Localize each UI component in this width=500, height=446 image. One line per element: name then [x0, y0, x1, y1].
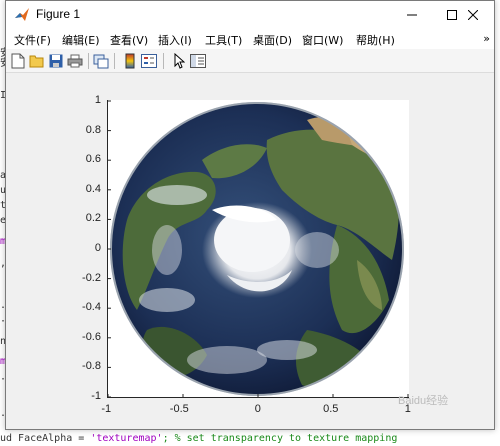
insert-colorbar-icon [125, 53, 135, 69]
insert-legend-icon [141, 54, 157, 68]
show-plot-tools-button[interactable] [189, 52, 207, 70]
show-plot-tools-icon [190, 54, 206, 68]
menu-bar: 文件(F) 编辑(E) 查看(V) 插入(I) 工具(T) 桌面(D) 窗口(W… [6, 29, 494, 49]
print-button[interactable] [66, 52, 84, 70]
menu-tools[interactable]: 工具(T) [205, 32, 242, 48]
open-file-button[interactable] [28, 52, 46, 70]
toolbar-separator [114, 53, 115, 69]
link-plot-button[interactable] [92, 52, 110, 70]
y-tick-label: 0.8 [85, 123, 101, 136]
code-string: 'texturemap' [90, 433, 163, 444]
x-tick-label: -1 [101, 403, 112, 415]
insert-legend-button[interactable] [140, 52, 158, 70]
y-tick-label: -0.4 [82, 301, 101, 314]
print-icon [67, 54, 83, 68]
globe-image [107, 100, 409, 398]
new-figure-button[interactable] [9, 52, 27, 70]
code-text: ud FaceAlpha = [0, 433, 91, 444]
menu-view[interactable]: 查看(V) [110, 32, 148, 48]
y-tick-label: -0.6 [82, 330, 101, 343]
x-tick-label: -0.5 [169, 403, 189, 415]
menu-desktop[interactable]: 桌面(D) [253, 32, 292, 48]
edit-plot-button[interactable] [170, 52, 188, 70]
close-icon [468, 10, 478, 20]
figure-toolbar [6, 49, 494, 73]
menu-edit[interactable]: 编辑(E) [62, 32, 100, 48]
y-tick-label: -0.2 [82, 271, 101, 284]
plot-axes[interactable] [107, 100, 409, 398]
y-tick-label: 0.4 [85, 182, 101, 195]
close-button[interactable] [452, 1, 494, 29]
y-tick-label: 1 [94, 94, 101, 106]
save-icon [49, 54, 63, 68]
minimize-button[interactable] [392, 1, 432, 29]
menu-window[interactable]: 窗口(W) [302, 32, 343, 48]
code-comment: ; % set transparency to texture mapping [162, 433, 398, 444]
menu-file[interactable]: 文件(F) [14, 32, 51, 48]
title-bar[interactable]: Figure 1 [6, 1, 494, 29]
x-tick-label: 0.5 [323, 403, 339, 415]
editor-code-line: ud FaceAlpha = 'texturemap'; % set trans… [0, 433, 500, 446]
y-tick-label: 0.6 [85, 153, 101, 166]
menu-help[interactable]: 帮助(H) [356, 32, 395, 48]
open-file-icon [29, 55, 44, 68]
window-title: Figure 1 [36, 7, 81, 21]
x-tick-label: 0 [254, 403, 261, 415]
edit-plot-arrow-icon [174, 53, 185, 69]
minimize-icon [407, 14, 417, 16]
toolbar-separator [163, 53, 164, 69]
matlab-icon [15, 8, 29, 21]
menu-insert[interactable]: 插入(I) [158, 32, 192, 48]
new-figure-icon [11, 53, 25, 69]
save-button[interactable] [47, 52, 65, 70]
insert-colorbar-button[interactable] [121, 52, 139, 70]
watermark-text: Baidu经验 [398, 395, 449, 407]
link-plot-icon [93, 54, 109, 69]
y-tick-label: -0.8 [82, 360, 101, 373]
y-tick-label: 0.2 [85, 212, 101, 225]
menu-overflow-chevron[interactable]: » [483, 32, 490, 45]
y-tick-label: 0 [94, 242, 101, 254]
toolbar-separator [88, 53, 89, 69]
y-tick-label: -1 [91, 390, 101, 402]
